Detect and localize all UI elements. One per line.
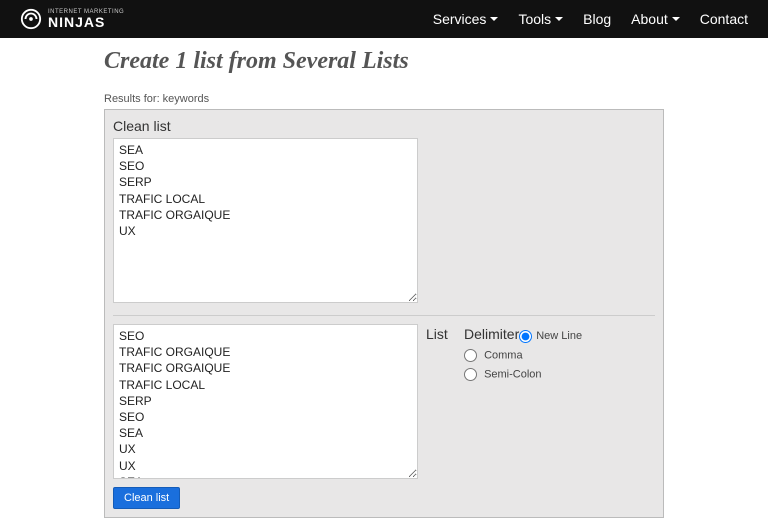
caret-icon xyxy=(672,17,680,21)
delimiter-comma-label: Comma xyxy=(484,349,523,361)
nav-services-label: Services xyxy=(433,11,487,27)
clean-list-output[interactable] xyxy=(113,138,418,303)
ninja-logo-icon xyxy=(20,8,42,30)
list-input[interactable] xyxy=(113,324,418,479)
nav-blog[interactable]: Blog xyxy=(583,11,611,27)
tool-panel: Clean list List Delimiter New Line Comma … xyxy=(104,109,664,518)
delimiter-column: Delimiter New Line Comma Semi-Colon xyxy=(464,324,655,479)
results-label: Results for: keywords xyxy=(104,93,664,105)
delimiter-newline-radio[interactable] xyxy=(519,330,532,343)
input-column xyxy=(113,324,418,479)
caret-icon xyxy=(490,17,498,21)
nav-contact-label: Contact xyxy=(700,11,748,27)
clean-list-label: Clean list xyxy=(113,118,655,134)
delimiter-label: Delimiter xyxy=(464,326,519,342)
delimiter-semicolon-radio[interactable] xyxy=(464,368,477,381)
brand[interactable]: INTERNET MARKETING NINJAS xyxy=(20,8,124,30)
nav-about[interactable]: About xyxy=(631,11,680,27)
clean-list-button[interactable]: Clean list xyxy=(113,487,180,509)
nav-contact[interactable]: Contact xyxy=(700,11,748,27)
nav-tools[interactable]: Tools xyxy=(518,11,563,27)
navbar: INTERNET MARKETING NINJAS Services Tools… xyxy=(0,0,768,38)
main-container: Create 1 list from Several Lists Results… xyxy=(104,38,664,518)
delimiter-newline-option[interactable]: New Line xyxy=(519,330,582,342)
nav-blog-label: Blog xyxy=(583,11,611,27)
delimiter-comma-option[interactable]: Comma xyxy=(464,349,655,362)
nav-about-label: About xyxy=(631,11,668,27)
brand-text: INTERNET MARKETING NINJAS xyxy=(48,9,124,29)
input-row: List Delimiter New Line Comma Semi-Colon xyxy=(113,315,655,479)
delimiter-semicolon-option[interactable]: Semi-Colon xyxy=(464,368,655,381)
caret-icon xyxy=(555,17,563,21)
page-title: Create 1 list from Several Lists xyxy=(104,48,664,75)
nav-tools-label: Tools xyxy=(518,11,551,27)
delimiter-comma-radio[interactable] xyxy=(464,349,477,362)
delimiter-semicolon-label: Semi-Colon xyxy=(484,368,541,380)
brand-bottom-text: NINJAS xyxy=(48,15,124,29)
nav-list: Services Tools Blog About Contact xyxy=(433,11,748,27)
delimiter-newline-label: New Line xyxy=(536,330,582,342)
list-label: List xyxy=(426,324,456,479)
nav-services[interactable]: Services xyxy=(433,11,499,27)
